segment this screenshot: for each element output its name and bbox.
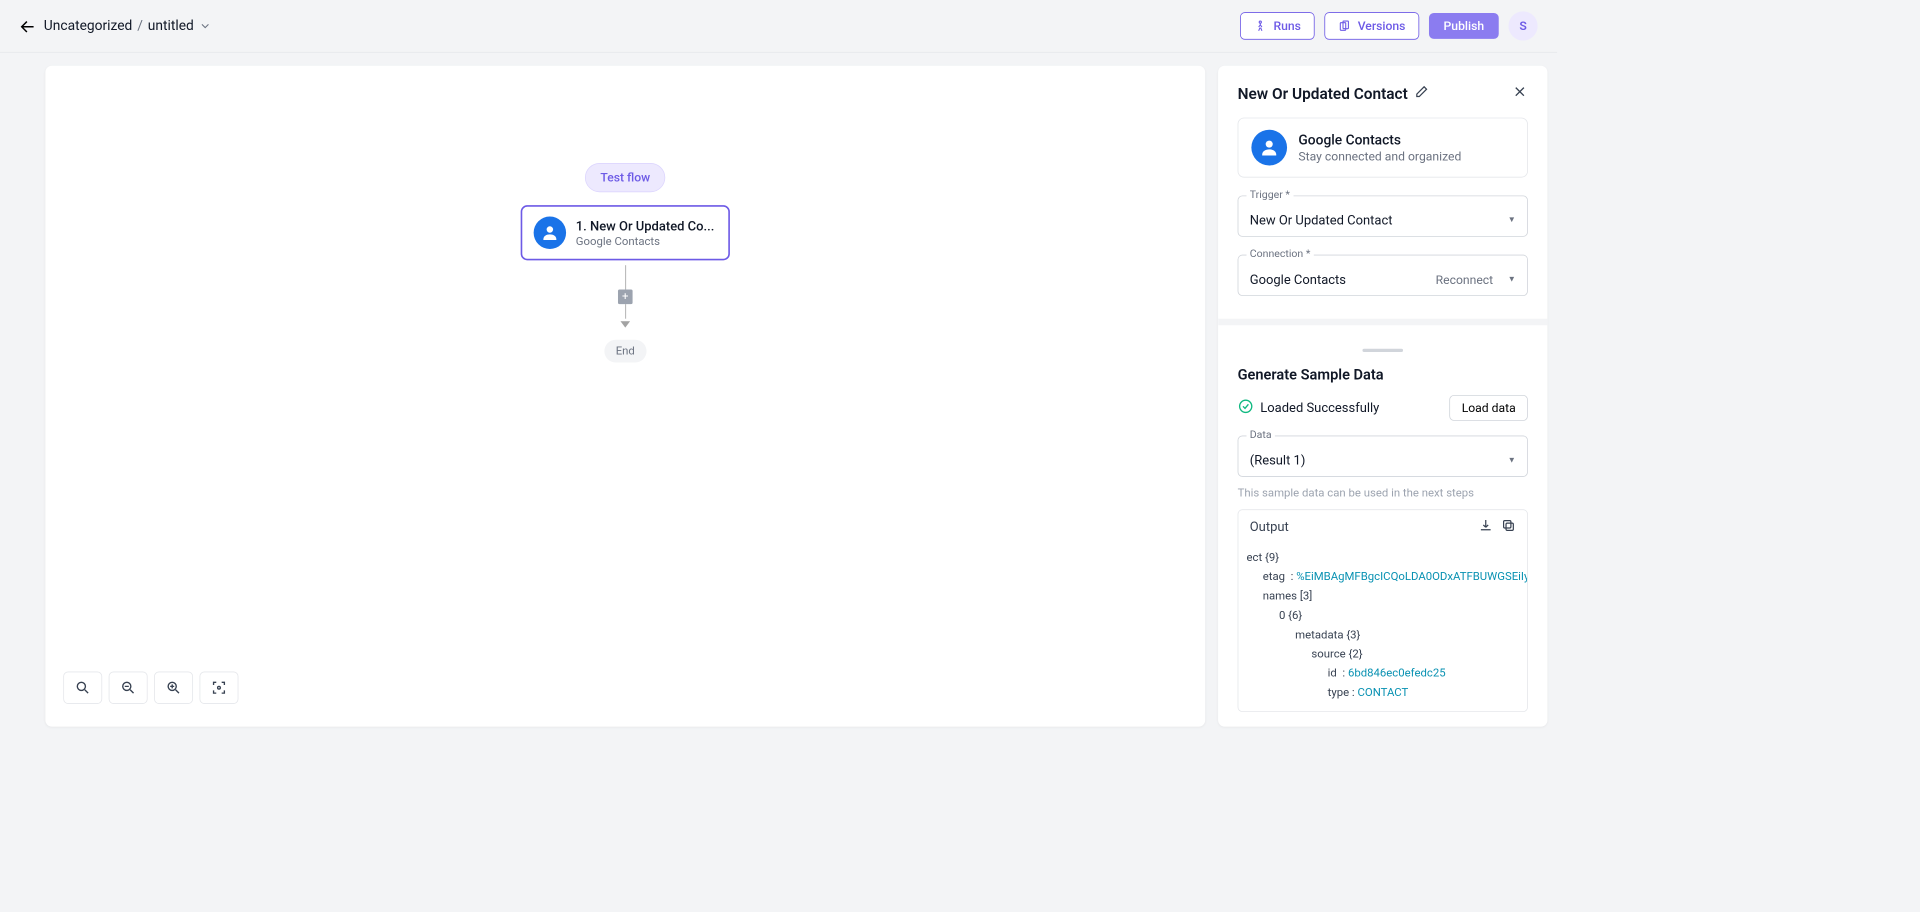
trigger-label: Trigger *: [1247, 189, 1294, 201]
versions-button[interactable]: Versions: [1324, 12, 1419, 40]
load-data-button[interactable]: Load data: [1450, 395, 1528, 421]
zoom-reset-button[interactable]: [63, 672, 102, 704]
connector-desc: Stay connected and organized: [1298, 149, 1461, 164]
sample-data-title: Generate Sample Data: [1238, 353, 1528, 383]
json-output[interactable]: ect {9} etag : %EiMBAgMFBgcICQoLDA0ODxAT…: [1238, 544, 1527, 711]
top-left: Uncategorized / untitled: [19, 18, 211, 34]
zoom-in-button[interactable]: [154, 672, 193, 704]
close-icon[interactable]: [1512, 84, 1528, 103]
add-step-button[interactable]: +: [618, 290, 633, 305]
node-title: 1. New Or Updated Co...: [576, 218, 715, 233]
reconnect-button[interactable]: Reconnect: [1436, 272, 1493, 287]
connection-select[interactable]: Connection * Google Contacts Reconnect ▼: [1238, 255, 1528, 296]
dropdown-icon: ▼: [1508, 216, 1516, 225]
runs-button[interactable]: Runs: [1240, 12, 1314, 40]
chevron-down-icon[interactable]: [199, 19, 212, 32]
top-bar: Uncategorized / untitled Runs Versions P…: [0, 0, 1557, 53]
breadcrumb-title: untitled: [148, 18, 194, 34]
google-contacts-icon: [1251, 130, 1287, 166]
top-right: Runs Versions Publish S: [1240, 11, 1537, 40]
trigger-select[interactable]: Trigger * New Or Updated Contact ▼: [1238, 195, 1528, 236]
drag-handle[interactable]: [1362, 348, 1403, 351]
zoom-out-button[interactable]: [109, 672, 148, 704]
panel-header: New Or Updated Contact: [1218, 66, 1547, 118]
data-value: (Result 1): [1250, 452, 1306, 467]
data-label: Data: [1247, 429, 1275, 441]
connector-name: Google Contacts: [1298, 132, 1461, 148]
dropdown-icon: ▼: [1508, 455, 1516, 464]
flow-node-trigger[interactable]: 1. New Or Updated Co... Google Contacts: [521, 205, 730, 260]
user-avatar[interactable]: S: [1508, 11, 1537, 40]
config-panel: New Or Updated Contact Google Contacts S…: [1218, 66, 1547, 727]
flow-connector: +: [618, 265, 633, 338]
sample-hint: This sample data can be used in the next…: [1238, 486, 1528, 499]
flow-end-node: End: [604, 340, 646, 363]
canvas-area: Test flow 1. New Or Updated Co... Google…: [0, 53, 1212, 740]
connector-card[interactable]: Google Contacts Stay connected and organ…: [1238, 118, 1528, 178]
trigger-value: New Or Updated Contact: [1250, 212, 1393, 227]
zoom-controls: [63, 672, 238, 704]
breadcrumb[interactable]: Uncategorized / untitled: [44, 18, 212, 34]
download-icon[interactable]: [1478, 518, 1493, 536]
output-box: Output ect {9} etag : %EiMBAgMFBgcICQoLD…: [1238, 509, 1528, 712]
breadcrumb-category: Uncategorized: [44, 18, 133, 34]
connection-label: Connection *: [1247, 248, 1314, 260]
test-flow-button[interactable]: Test flow: [585, 163, 666, 192]
edit-icon[interactable]: [1414, 84, 1429, 103]
output-label: Output: [1250, 519, 1289, 534]
connection-value: Google Contacts: [1250, 272, 1346, 287]
copy-icon[interactable]: [1501, 518, 1516, 536]
flow-canvas[interactable]: Test flow 1. New Or Updated Co... Google…: [45, 66, 1205, 727]
success-check-icon: [1238, 398, 1254, 417]
panel-divider: [1218, 319, 1547, 325]
back-arrow-icon[interactable]: [19, 18, 35, 34]
google-contacts-icon: [534, 217, 566, 249]
arrow-down-icon: [620, 315, 630, 330]
panel-title-text: New Or Updated Contact: [1238, 84, 1408, 103]
node-subtitle: Google Contacts: [576, 235, 715, 248]
data-result-select[interactable]: Data (Result 1) ▼: [1238, 435, 1528, 476]
dropdown-icon: ▼: [1508, 275, 1516, 284]
breadcrumb-separator: /: [137, 18, 143, 34]
publish-button[interactable]: Publish: [1429, 13, 1499, 39]
loaded-status: Loaded Successfully: [1260, 400, 1379, 415]
fit-view-button[interactable]: [200, 672, 239, 704]
